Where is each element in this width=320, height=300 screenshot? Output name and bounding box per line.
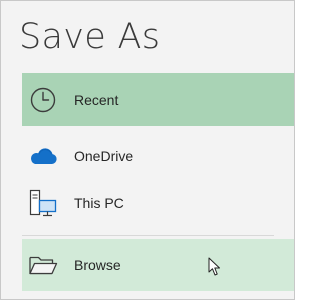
computer-icon bbox=[27, 187, 59, 219]
page-title: Save As bbox=[19, 17, 161, 57]
folder-icon bbox=[27, 249, 59, 281]
divider bbox=[22, 235, 274, 236]
location-onedrive-label: OneDrive bbox=[74, 147, 134, 164]
mouse-pointer-icon bbox=[208, 257, 222, 277]
location-recent-label: Recent bbox=[74, 91, 119, 108]
location-onedrive[interactable]: OneDrive bbox=[22, 129, 294, 182]
location-browse-label: Browse bbox=[74, 257, 121, 273]
location-browse[interactable]: Browse bbox=[22, 239, 294, 291]
location-this-pc[interactable]: This PC bbox=[22, 177, 294, 229]
location-this-pc-label: This PC bbox=[74, 195, 124, 211]
cloud-icon bbox=[27, 140, 59, 172]
save-as-pane: Save As Recent OneDrive This PC Browse bbox=[0, 0, 295, 300]
clock-icon bbox=[27, 84, 59, 116]
location-recent[interactable]: Recent bbox=[22, 73, 294, 126]
